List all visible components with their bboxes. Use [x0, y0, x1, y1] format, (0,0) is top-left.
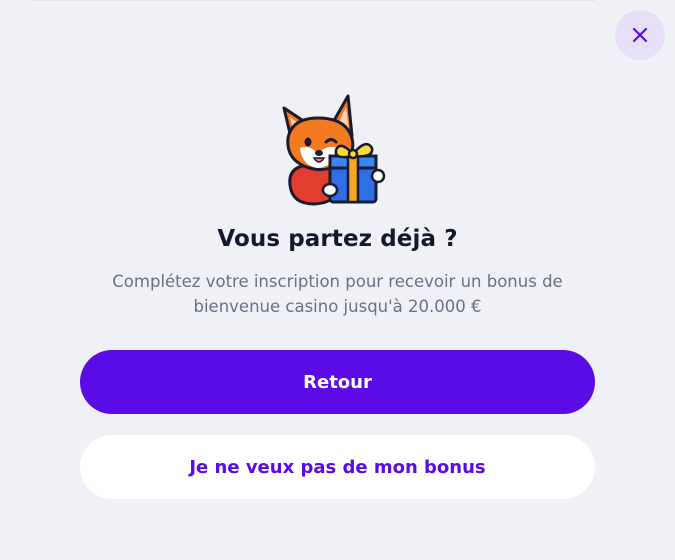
modal-top-divider	[30, 0, 595, 1]
exit-intent-modal: Vous partez déjà ? Complétez votre inscr…	[0, 0, 675, 560]
decline-bonus-button[interactable]: Je ne veux pas de mon bonus	[80, 435, 595, 499]
fox-with-gift-icon	[282, 94, 386, 206]
close-icon	[632, 27, 648, 43]
close-button[interactable]	[615, 10, 665, 60]
modal-subtitle: Complétez votre inscription pour recevoi…	[90, 269, 585, 319]
subtitle-line-2: bienvenue casino jusqu'à 20.000 €	[193, 297, 482, 316]
modal-title: Vous partez déjà ?	[217, 226, 458, 252]
subtitle-line-1: Complétez votre inscription pour recevoi…	[112, 272, 563, 291]
back-button[interactable]: Retour	[80, 350, 595, 414]
